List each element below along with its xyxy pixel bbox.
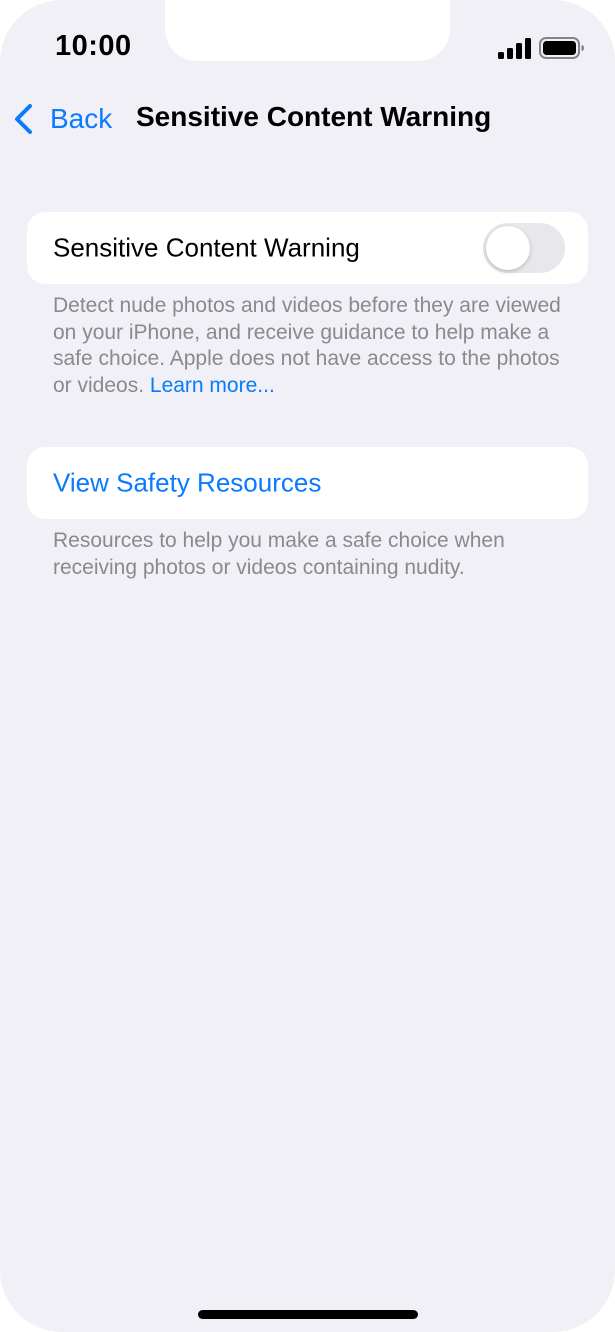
toggle-knob (486, 226, 530, 270)
sensitive-content-description: Detect nude photos and videos before the… (53, 294, 561, 397)
safety-resources-card[interactable]: View Safety Resources (27, 447, 588, 519)
cellular-signal-icon (498, 38, 531, 59)
home-indicator[interactable] (198, 1310, 418, 1319)
sensitive-content-footer: Detect nude photos and videos before the… (53, 293, 573, 399)
view-safety-resources-link[interactable]: View Safety Resources (53, 468, 321, 499)
safety-resources-footer: Resources to help you make a safe choice… (53, 529, 505, 579)
learn-more-link[interactable]: Learn more... (150, 374, 275, 397)
device-notch (165, 0, 450, 61)
sensitive-content-card: Sensitive Content Warning (27, 212, 588, 284)
back-label: Back (50, 103, 113, 134)
status-time: 10:00 (55, 30, 132, 62)
chevron-left-icon (15, 104, 32, 134)
back-button[interactable]: Back (12, 98, 112, 140)
sensitive-content-label: Sensitive Content Warning (53, 232, 360, 263)
sensitive-content-toggle[interactable] (483, 223, 565, 273)
battery-icon (539, 37, 584, 59)
page-title: Sensitive Content Warning (136, 101, 492, 132)
phone-screen: 10:00 Back Sensitive Content Warning Sen… (0, 0, 615, 1332)
